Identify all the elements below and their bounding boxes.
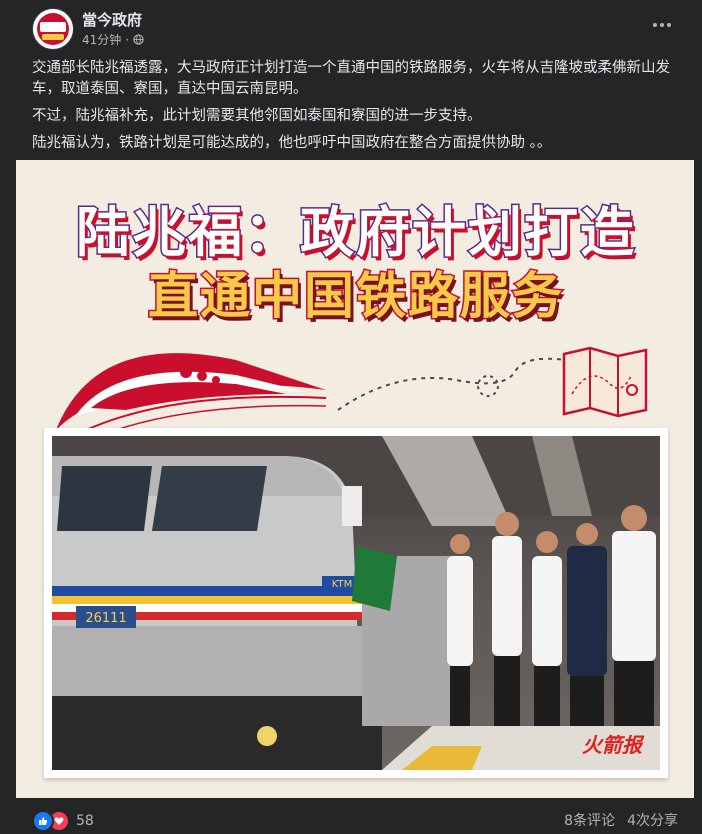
photo-frame: 26111 KTM 火箭报 xyxy=(44,428,668,778)
comments-count-link[interactable]: 8条评论 xyxy=(564,810,615,830)
post-meta: 41分钟 · xyxy=(82,31,144,48)
map-icon xyxy=(562,346,648,418)
post-timestamp[interactable]: 41分钟 xyxy=(82,31,121,48)
post-paragraph: 交通部长陆兆福透露，大马政府正计划打造一个直通中国的铁路服务，火车将从吉隆坡或柔… xyxy=(32,60,670,97)
svg-text:KTM: KTM xyxy=(332,579,353,590)
more-options-button[interactable] xyxy=(648,14,676,36)
train-scene-icon: 26111 KTM xyxy=(52,436,660,770)
dotted-route-icon xyxy=(337,357,567,411)
reactions-summary[interactable]: 58 xyxy=(32,810,94,832)
more-dot-icon xyxy=(667,23,671,27)
photo-watermark: 火箭报 xyxy=(582,733,642,757)
train-photo: 26111 KTM 火箭报 xyxy=(52,436,660,770)
train-number-text: 26111 xyxy=(85,611,126,626)
reaction-count[interactable]: 58 xyxy=(76,813,94,829)
post-text: 交通部长陆兆福透露，大马政府正计划打造一个直通中国的铁路服务，火车将从吉隆坡或柔… xyxy=(32,58,678,160)
post-header: 當今政府 41分钟 · xyxy=(0,0,702,56)
engagement-stats: 8条评论 4次分享 xyxy=(564,810,678,830)
post-paragraph: 陆兆福认为，铁路计划是可能达成的，他也呼吁中国政府在整合方面提供协助 。。 xyxy=(32,135,552,151)
shares-count-link[interactable]: 4次分享 xyxy=(627,810,678,830)
facebook-post: 當今政府 41分钟 · 交通部长陆兆福透露，大马政府正计划打造一个直通中国的铁路… xyxy=(0,0,702,834)
more-dot-icon xyxy=(653,23,657,27)
meta-separator: · xyxy=(125,32,130,47)
like-reaction-icon xyxy=(32,810,54,832)
post-footer: 58 8条评论 4次分享 xyxy=(0,798,702,834)
page-avatar[interactable] xyxy=(32,8,74,50)
post-paragraph: 不过，陆兆福补充，此计划需要其他邻国如泰国和寮国的进一步支持。 xyxy=(32,108,482,124)
post-image[interactable]: 陆兆福：政府计划打造 直通中国铁路服务 26111 KTM 火箭报 xyxy=(16,160,694,798)
globe-icon xyxy=(133,34,144,45)
page-name-link[interactable]: 當今政府 xyxy=(82,9,142,30)
image-headline-line2: 直通中国铁路服务 xyxy=(147,266,564,327)
more-dot-icon xyxy=(660,23,664,27)
